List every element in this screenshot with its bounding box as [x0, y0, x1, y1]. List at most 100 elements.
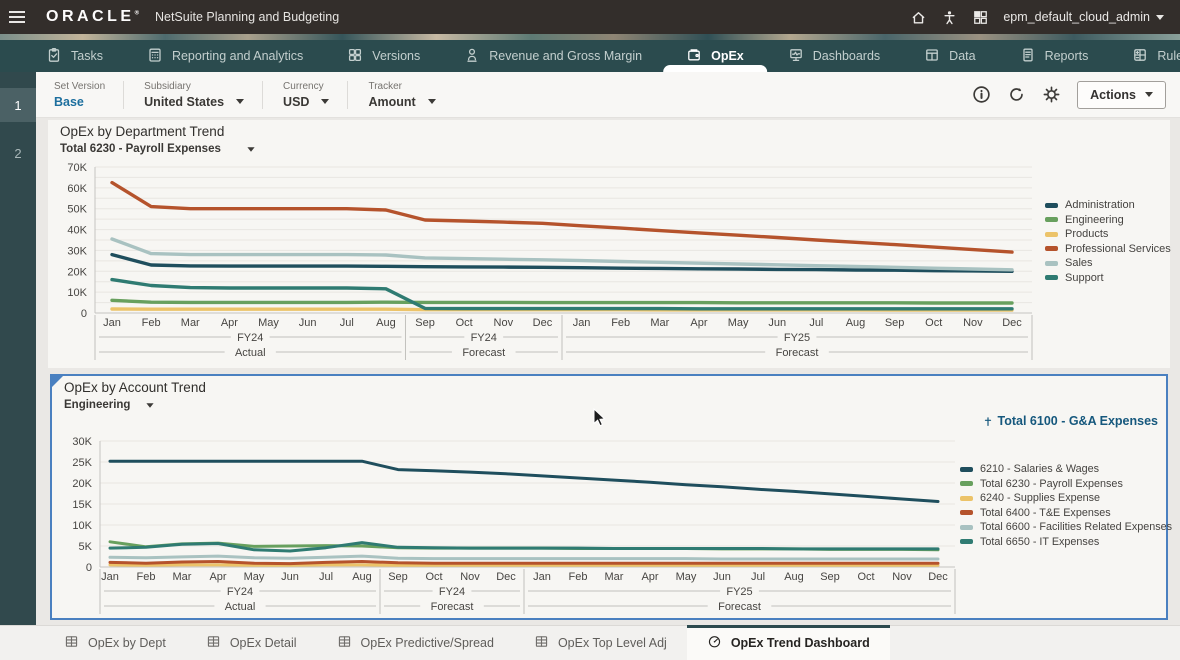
- group-label: Actual: [235, 347, 266, 359]
- series-line-total-6600-facilities-related-expenses: [110, 556, 938, 559]
- series-line-engineering: [112, 300, 1012, 303]
- month-label: Sep: [820, 571, 840, 583]
- y-axis-label: 30K: [67, 245, 87, 257]
- y-axis-label: 10K: [67, 287, 87, 299]
- legend-item[interactable]: Total 6230 - Payroll Expenses: [960, 477, 1172, 492]
- nav-tab-label: Tasks: [71, 49, 103, 63]
- legend-item[interactable]: Products: [1045, 227, 1171, 242]
- month-label: Mar: [173, 571, 192, 583]
- month-label: Oct: [925, 317, 942, 329]
- legend-item[interactable]: 6210 - Salaries & Wages: [960, 462, 1172, 477]
- settings-icon[interactable]: [1042, 85, 1061, 104]
- month-label: Mar: [650, 317, 669, 329]
- dashboard-page-indicator: 1 2: [0, 72, 36, 625]
- month-label: Jun: [299, 317, 317, 329]
- squares-icon: [347, 47, 363, 66]
- user-menu[interactable]: epm_default_cloud_admin: [1003, 10, 1164, 24]
- legend-swatch: [1045, 217, 1058, 222]
- pov-tracker[interactable]: Tracker Amount: [362, 81, 453, 109]
- tab-opex-trend-dashboard[interactable]: OpEx Trend Dashboard: [687, 626, 890, 660]
- apps-grid-icon[interactable]: [972, 9, 989, 26]
- legend-item[interactable]: Support: [1045, 271, 1171, 286]
- month-label: May: [258, 317, 279, 329]
- tab-reporting-and-analytics[interactable]: Reporting and Analytics: [147, 40, 303, 72]
- month-label: May: [244, 571, 265, 583]
- calculator-icon: [147, 47, 163, 66]
- month-label: Sep: [885, 317, 905, 329]
- y-axis-label: 40K: [67, 225, 87, 237]
- caret-down-icon: [236, 99, 244, 104]
- actions-button[interactable]: Actions: [1077, 81, 1166, 109]
- chart-legend: 6210 - Salaries & Wages Total 6230 - Pay…: [960, 462, 1172, 549]
- pov-value-base: Base: [54, 95, 105, 109]
- month-label: Nov: [494, 317, 514, 329]
- tab-reports[interactable]: Reports: [1020, 40, 1089, 72]
- legend-item[interactable]: Total 6650 - IT Expenses: [960, 535, 1172, 550]
- page-2-button[interactable]: 2: [0, 136, 36, 170]
- pov-subsidiary[interactable]: Subsidiary United States: [138, 81, 262, 109]
- tab-opex-top-level-adj[interactable]: OpEx Top Level Adj: [514, 626, 687, 660]
- caret-down-icon: [428, 99, 436, 104]
- group-label: FY24: [227, 586, 253, 598]
- legend-item[interactable]: Engineering: [1045, 213, 1171, 228]
- series-line-6210-salaries-wages: [110, 461, 938, 501]
- bottom-tab-label: OpEx Predictive/Spread: [361, 636, 494, 650]
- accessibility-icon[interactable]: [941, 9, 958, 26]
- month-label: Dec: [928, 571, 948, 583]
- tab-dashboards[interactable]: Dashboards: [788, 40, 880, 72]
- month-label: Jan: [103, 317, 121, 329]
- refresh-icon[interactable]: [1007, 85, 1026, 104]
- y-axis-label: 30K: [72, 436, 92, 448]
- dashboard-tabs-bar: OpEx by Dept OpEx Detail OpEx Predictive…: [0, 625, 1180, 660]
- legend-swatch: [960, 510, 973, 515]
- tab-rules[interactable]: Rules: [1132, 40, 1180, 72]
- group-label: Actual: [225, 601, 256, 613]
- wallet-icon: [686, 47, 702, 66]
- tab-opex-by-dept[interactable]: OpEx by Dept: [44, 626, 186, 660]
- page-1-button[interactable]: 1: [0, 88, 36, 122]
- revenue-icon: [464, 47, 480, 66]
- divider: [347, 81, 348, 109]
- tab-tasks[interactable]: Tasks: [46, 40, 103, 72]
- info-icon[interactable]: [972, 85, 991, 104]
- tab-revenue-and-gross-margin[interactable]: Revenue and Gross Margin: [464, 40, 642, 72]
- legend-item[interactable]: Total 6600 - Facilities Related Expenses: [960, 520, 1172, 535]
- month-label: May: [728, 317, 749, 329]
- legend-swatch: [1045, 261, 1058, 266]
- legend-swatch: [1045, 275, 1058, 280]
- document-icon: [1020, 47, 1036, 66]
- legend-item[interactable]: Total 6400 - T&E Expenses: [960, 506, 1172, 521]
- month-label: Aug: [784, 571, 804, 583]
- month-label: Feb: [569, 571, 588, 583]
- tab-opex[interactable]: OpEx: [686, 40, 744, 72]
- month-label: Mar: [181, 317, 200, 329]
- group-label: FY25: [784, 332, 810, 344]
- tasks-icon: [46, 47, 62, 66]
- group-label: FY24: [237, 332, 263, 344]
- app-title: NetSuite Planning and Budgeting: [155, 10, 339, 24]
- tab-data[interactable]: Data: [924, 40, 975, 72]
- legend-item[interactable]: Sales: [1045, 256, 1171, 271]
- legend-item[interactable]: Administration: [1045, 198, 1171, 213]
- chart-legend: Administration Engineering Products Prof…: [1045, 198, 1171, 285]
- caret-down-icon: [1156, 15, 1164, 20]
- tab-opex-predictive-spread[interactable]: OpEx Predictive/Spread: [317, 626, 514, 660]
- nav-tab-label: Versions: [372, 49, 420, 63]
- home-icon[interactable]: [910, 9, 927, 26]
- pov-currency[interactable]: Currency USD: [277, 81, 347, 109]
- cluster-nav: Tasks Reporting and Analytics Versions R…: [0, 40, 1180, 72]
- legend-item[interactable]: 6240 - Supplies Expense: [960, 491, 1172, 506]
- tab-versions[interactable]: Versions: [347, 40, 420, 72]
- divider: [262, 81, 263, 109]
- legend-swatch: [1045, 246, 1058, 251]
- month-label: Jan: [101, 571, 119, 583]
- legend-item[interactable]: Professional Services: [1045, 242, 1171, 257]
- tab-opex-detail[interactable]: OpEx Detail: [186, 626, 317, 660]
- caret-down-icon: [1145, 92, 1153, 97]
- group-label: FY25: [726, 586, 752, 598]
- pov-set-version[interactable]: Set Version Base: [48, 81, 123, 109]
- menu-icon[interactable]: [0, 0, 34, 34]
- month-label: Oct: [456, 317, 473, 329]
- month-label: Jul: [809, 317, 823, 329]
- global-header: ORACLE® NetSuite Planning and Budgeting …: [0, 0, 1180, 34]
